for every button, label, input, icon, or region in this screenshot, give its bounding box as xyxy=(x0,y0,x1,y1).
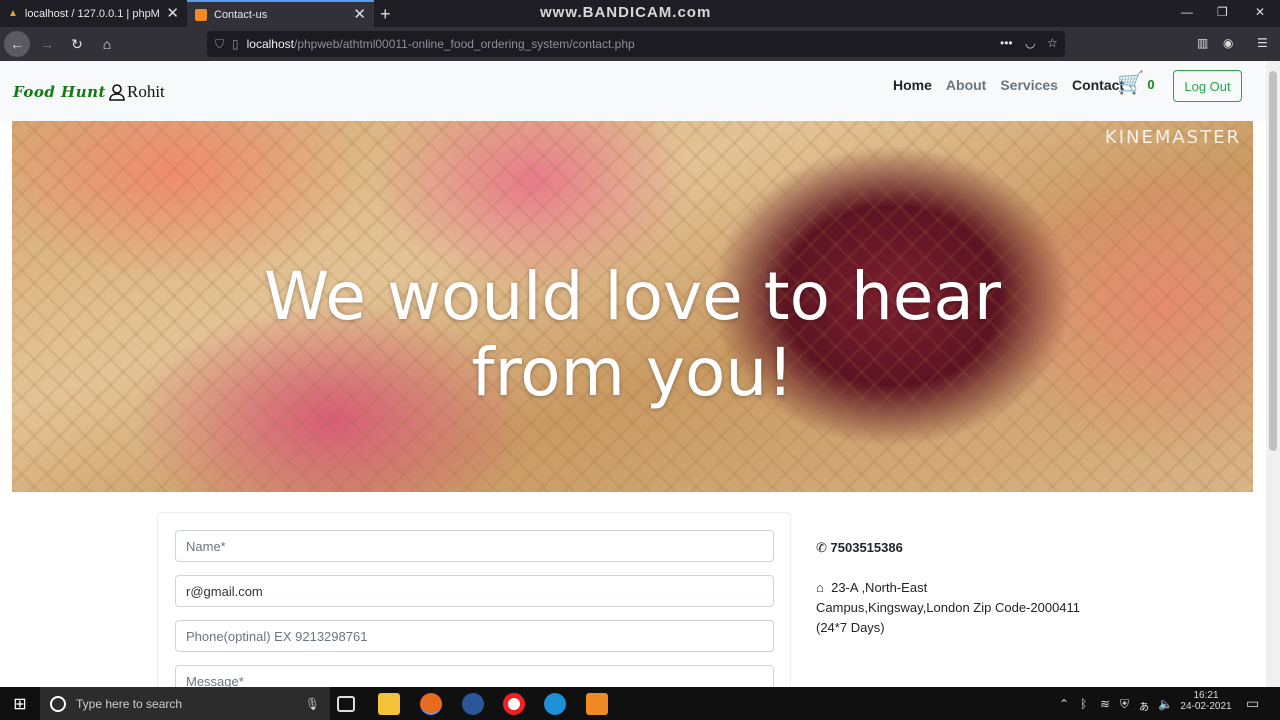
menu-home[interactable]: Home xyxy=(893,77,932,93)
user-link[interactable]: Rohit xyxy=(109,82,165,102)
bluetooth-icon[interactable]: ᛒ xyxy=(1080,697,1087,711)
clock-date: 24-02-2021 xyxy=(1180,701,1232,712)
new-tab-button[interactable]: + xyxy=(380,5,391,23)
menu-services[interactable]: Services xyxy=(1000,77,1058,93)
hero-line-2: from you! xyxy=(471,334,794,411)
tab-title: Contact-us xyxy=(214,8,268,21)
home-icon[interactable]: ⌂ xyxy=(94,31,120,57)
phone-input[interactable]: Phone(optinal) EX 9213298761 xyxy=(175,620,774,652)
webpage: Food Hunt Rohit Home About Services Cont… xyxy=(0,61,1266,687)
phpmyadmin-favicon-icon: ▲ xyxy=(8,8,18,19)
opening-hours: (24*7 Days) xyxy=(816,620,885,635)
home-address-icon: ⌂ xyxy=(816,580,824,595)
logout-button[interactable]: Log Out xyxy=(1173,70,1242,102)
hero-line-1: We would love to hear xyxy=(264,258,1001,335)
search-placeholder: Type here to search xyxy=(76,696,183,711)
url-bar[interactable]: ⛉ ▯ localhost/phpweb/athtml00011-online_… xyxy=(207,31,1065,57)
page-scrollbar[interactable] xyxy=(1266,61,1280,687)
site-navbar: Food Hunt Rohit Home About Services Cont… xyxy=(0,61,1266,121)
close-window-icon[interactable]: ✕ xyxy=(1255,5,1265,19)
taskbar-search[interactable]: Type here to search 🎙 xyxy=(40,687,330,720)
clock[interactable]: 16:21 24-02-2021 xyxy=(1178,690,1234,712)
word-icon[interactable] xyxy=(462,693,484,715)
phone-icon: ✆ xyxy=(816,540,827,555)
xampp-favicon-icon xyxy=(195,8,207,21)
microphone-icon[interactable]: 🎙 xyxy=(305,697,320,711)
menu-icon[interactable]: ☰ xyxy=(1257,36,1268,50)
hero-heading: We would love to hear from you! xyxy=(12,259,1253,411)
defender-icon[interactable]: ⛨ xyxy=(1120,697,1129,712)
address-line-2: Campus,Kingsway,London Zip Code-2000411 xyxy=(816,600,1081,615)
user-icon xyxy=(109,83,125,101)
message-textarea[interactable]: Message* xyxy=(175,665,774,687)
bookmark-star-icon[interactable]: ☆ xyxy=(1047,36,1058,50)
cart-button[interactable]: 🛒 0 xyxy=(1117,70,1155,96)
wifi-icon[interactable]: ≋ xyxy=(1100,697,1110,711)
windows-taskbar: ⊞ Type here to search 🎙 xyxy=(0,687,1280,720)
contact-address: ⌂ 23-A ,North-East Campus,Kingsway,Londo… xyxy=(816,578,1080,638)
shield-icon[interactable]: ⛉ xyxy=(215,37,224,52)
close-tab-icon[interactable]: ✕ xyxy=(353,7,366,22)
bandicam-watermark: www.BANDICAM.com xyxy=(540,4,712,21)
windows-start-icon[interactable]: ⊞ xyxy=(0,687,40,720)
email-input[interactable]: r@gmail.com xyxy=(175,575,774,607)
edge-icon[interactable] xyxy=(544,693,566,715)
hero-banner: KINEMASTER We would love to hear from yo… xyxy=(12,121,1253,492)
task-view-icon[interactable] xyxy=(337,696,355,712)
sidebar-icon[interactable]: ▥ xyxy=(1197,36,1208,50)
cortana-icon xyxy=(50,695,66,712)
page-info-icon[interactable]: ▯ xyxy=(232,37,239,51)
language-icon[interactable]: ぁ xyxy=(1138,697,1150,714)
address-line-1: 23-A ,North-East xyxy=(831,580,928,595)
tab-contact-us[interactable]: Contact-us ✕ xyxy=(187,0,374,27)
bandicam-icon[interactable] xyxy=(503,693,525,715)
back-icon[interactable]: ← xyxy=(4,31,30,57)
pocket-icon[interactable]: ◡ xyxy=(1025,36,1035,50)
firefox-icon[interactable] xyxy=(420,693,442,715)
site-menu: Home About Services Contact xyxy=(893,77,1124,93)
forward-icon[interactable]: → xyxy=(34,31,60,57)
page-actions-icon[interactable]: ••• xyxy=(1000,36,1013,50)
close-tab-icon[interactable]: ✕ xyxy=(166,6,179,21)
restore-icon[interactable]: ❐ xyxy=(1217,5,1228,19)
kinemaster-watermark: KINEMASTER xyxy=(1104,127,1241,148)
volume-icon[interactable]: 🔈 xyxy=(1158,697,1173,711)
contact-phone: ✆ 7503515386 xyxy=(816,538,903,558)
user-name: Rohit xyxy=(127,82,165,101)
account-icon[interactable]: ◉ xyxy=(1223,36,1233,50)
file-explorer-icon[interactable] xyxy=(378,693,400,715)
notifications-icon[interactable]: ▭ xyxy=(1246,695,1259,712)
xampp-icon[interactable] xyxy=(586,693,608,715)
cart-icon: 🛒 xyxy=(1117,70,1145,95)
brand-logo[interactable]: Food Hunt xyxy=(13,83,106,101)
scrollbar-thumb[interactable] xyxy=(1269,71,1277,451)
phone-number: 7503515386 xyxy=(830,540,903,555)
tab-phpmyadmin[interactable]: ▲ localhost / 127.0.0.1 | phpMyAdmin ✕ xyxy=(0,0,187,27)
show-hidden-icons[interactable]: ⌃ xyxy=(1059,697,1069,711)
clock-time: 16:21 xyxy=(1193,690,1219,701)
url-path: /phpweb/athtml00011-online_food_ordering… xyxy=(294,37,635,51)
cart-count: 0 xyxy=(1147,77,1155,92)
minimize-icon[interactable]: — xyxy=(1181,5,1193,19)
url-host: localhost xyxy=(246,37,294,51)
tab-title: localhost / 127.0.0.1 | phpMyAdmin xyxy=(24,7,160,20)
menu-about[interactable]: About xyxy=(946,77,986,93)
reload-icon[interactable]: ↻ xyxy=(64,31,90,57)
name-input[interactable]: Name* xyxy=(175,530,774,562)
